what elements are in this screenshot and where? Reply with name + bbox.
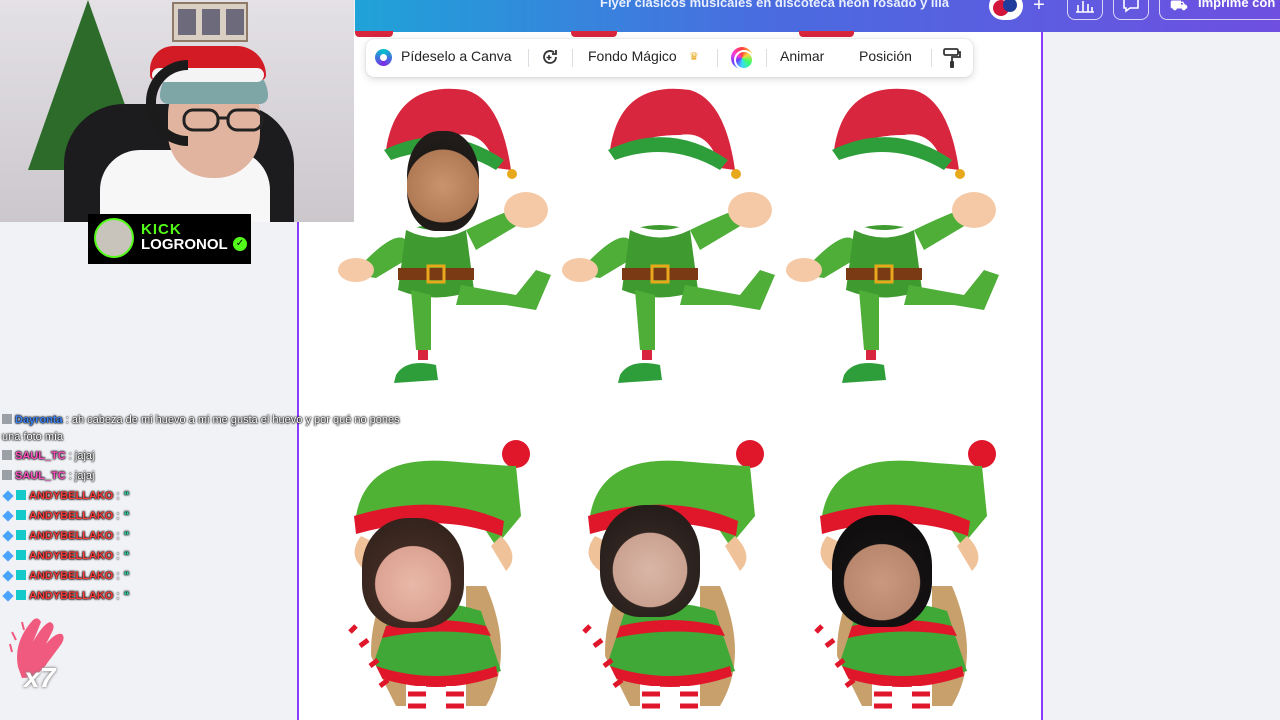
gem-badge-icon [2, 590, 14, 602]
wall-photo-frames [172, 2, 248, 42]
emote-icon: ❝ [123, 590, 130, 602]
chat-username: ANDYBELLAKO [29, 490, 114, 502]
chat-username: ANDYBELLAKO [29, 570, 114, 582]
gem-badge-icon [2, 550, 14, 562]
channel-name: LOGRONOL [141, 236, 228, 253]
webcam-feed [0, 0, 354, 222]
page-decoration [571, 31, 617, 37]
face-photo-4[interactable] [832, 515, 932, 627]
page-decoration [355, 31, 393, 37]
sub-badge-icon [16, 510, 26, 520]
chat-message: ANDYBELLAKO : ❝ [2, 566, 296, 586]
stream-chat: Dayronta : ah cabeza de mi huevo a mi me… [2, 412, 400, 606]
emote-icon: ❝ [123, 530, 130, 542]
screen: { "canva": { "document_title": "Flyer cl… [0, 0, 1280, 720]
emote-icon: ❝ [123, 510, 130, 522]
chat-text: : [116, 490, 120, 502]
chat-username: SAUL_TC [15, 470, 66, 482]
copy-style-icon[interactable] [942, 47, 962, 69]
gem-badge-icon [2, 530, 14, 542]
dancing-elf-image-1[interactable] [336, 80, 556, 390]
chat-username: ANDYBELLAKO [29, 550, 114, 562]
dancing-elf-image-3[interactable] [784, 80, 1004, 390]
chat-username: ANDYBELLAKO [29, 510, 114, 522]
chat-text: : [116, 510, 120, 522]
animate-button[interactable]: Animar [780, 48, 824, 64]
chat-message: ANDYBELLAKO : ❝ [2, 546, 296, 566]
face-photo-1[interactable] [407, 131, 479, 231]
gem-badge-icon [2, 490, 14, 502]
document-title[interactable]: Flyer clásicos musicales en discoteca ne… [600, 0, 949, 10]
chat-message: Dayronta : ah cabeza de mi huevo a mi me… [2, 412, 402, 446]
sub-badge-icon [16, 530, 26, 540]
toolbar-divider [766, 49, 767, 67]
channel-avatar [94, 218, 134, 258]
emote-icon: ❝ [123, 570, 130, 582]
gem-badge-icon [2, 570, 14, 582]
chat-message: SAUL_TC : jajaj [2, 446, 296, 466]
chat-username: SAUL_TC [15, 450, 66, 462]
canva-header: Flyer clásicos musicales en discoteca ne… [355, 0, 1280, 32]
toolbar-divider [572, 49, 573, 67]
position-button[interactable]: Posición [859, 48, 912, 64]
sub-badge-icon [16, 570, 26, 580]
ask-canva-button[interactable]: Pídeselo a Canva [401, 48, 512, 64]
user-badge-icon [2, 450, 12, 460]
toolbar-divider [717, 49, 718, 67]
color-picker-icon[interactable] [731, 47, 754, 70]
chat-text: : jajaj [68, 450, 95, 462]
glasses [182, 108, 264, 132]
chat-message: SAUL_TC : jajaj [2, 466, 296, 486]
chat-text: : [116, 570, 120, 582]
chat-message: ANDYBELLAKO : ❝ [2, 506, 296, 526]
user-badge-icon [2, 414, 12, 424]
face-photo-3[interactable] [600, 505, 700, 617]
print-button[interactable]: ⛟ Imprime con [1159, 0, 1280, 20]
emote-icon: ❝ [123, 550, 130, 562]
dancing-elf-image-2[interactable] [560, 80, 780, 390]
emote-icon: ❝ [123, 490, 130, 502]
chat-text: : [116, 530, 120, 542]
chat-username: Dayronta [15, 414, 63, 426]
toolbar-divider [931, 49, 932, 67]
canva-ai-icon [375, 49, 392, 66]
reaction-count: x7 [24, 662, 56, 693]
sub-badge-icon [16, 490, 26, 500]
truck-icon: ⛟ [1170, 0, 1188, 13]
chat-message: ANDYBELLAKO : ❝ [2, 586, 296, 606]
verified-icon: ✓ [233, 237, 247, 251]
chat-text: : [116, 550, 120, 562]
crown-icon: ♛ [689, 51, 699, 63]
add-collaborator-icon[interactable]: + [1025, 0, 1053, 18]
print-button-label: Imprime con [1198, 0, 1276, 10]
chat-text: : jajaj [68, 470, 95, 482]
chat-username: ANDYBELLAKO [29, 530, 114, 542]
chat-text: : [116, 590, 120, 602]
magic-switch-icon[interactable] [540, 47, 560, 67]
workspace-background [1043, 32, 1280, 720]
user-badge-icon [2, 470, 12, 480]
gem-badge-icon [2, 510, 14, 522]
context-toolbar: Pídeselo a Canva Fondo Mágico ♛ Animar P… [366, 39, 973, 77]
toolbar-divider [528, 49, 529, 67]
chat-message: ANDYBELLAKO : ❝ [2, 486, 296, 506]
kick-channel-badge: KICK LOGRONOL ✓ [88, 214, 251, 264]
comment-icon[interactable] [1113, 0, 1149, 20]
chat-username: ANDYBELLAKO [29, 590, 114, 602]
chat-message: ANDYBELLAKO : ❝ [2, 526, 296, 546]
page-decoration [799, 31, 854, 37]
sub-badge-icon [16, 550, 26, 560]
face-photo-2[interactable] [362, 518, 464, 628]
sub-badge-icon [16, 590, 26, 600]
magic-background-button[interactable]: Fondo Mágico [588, 48, 677, 64]
insights-icon[interactable] [1067, 0, 1103, 20]
collaborator-avatar[interactable] [989, 0, 1023, 20]
